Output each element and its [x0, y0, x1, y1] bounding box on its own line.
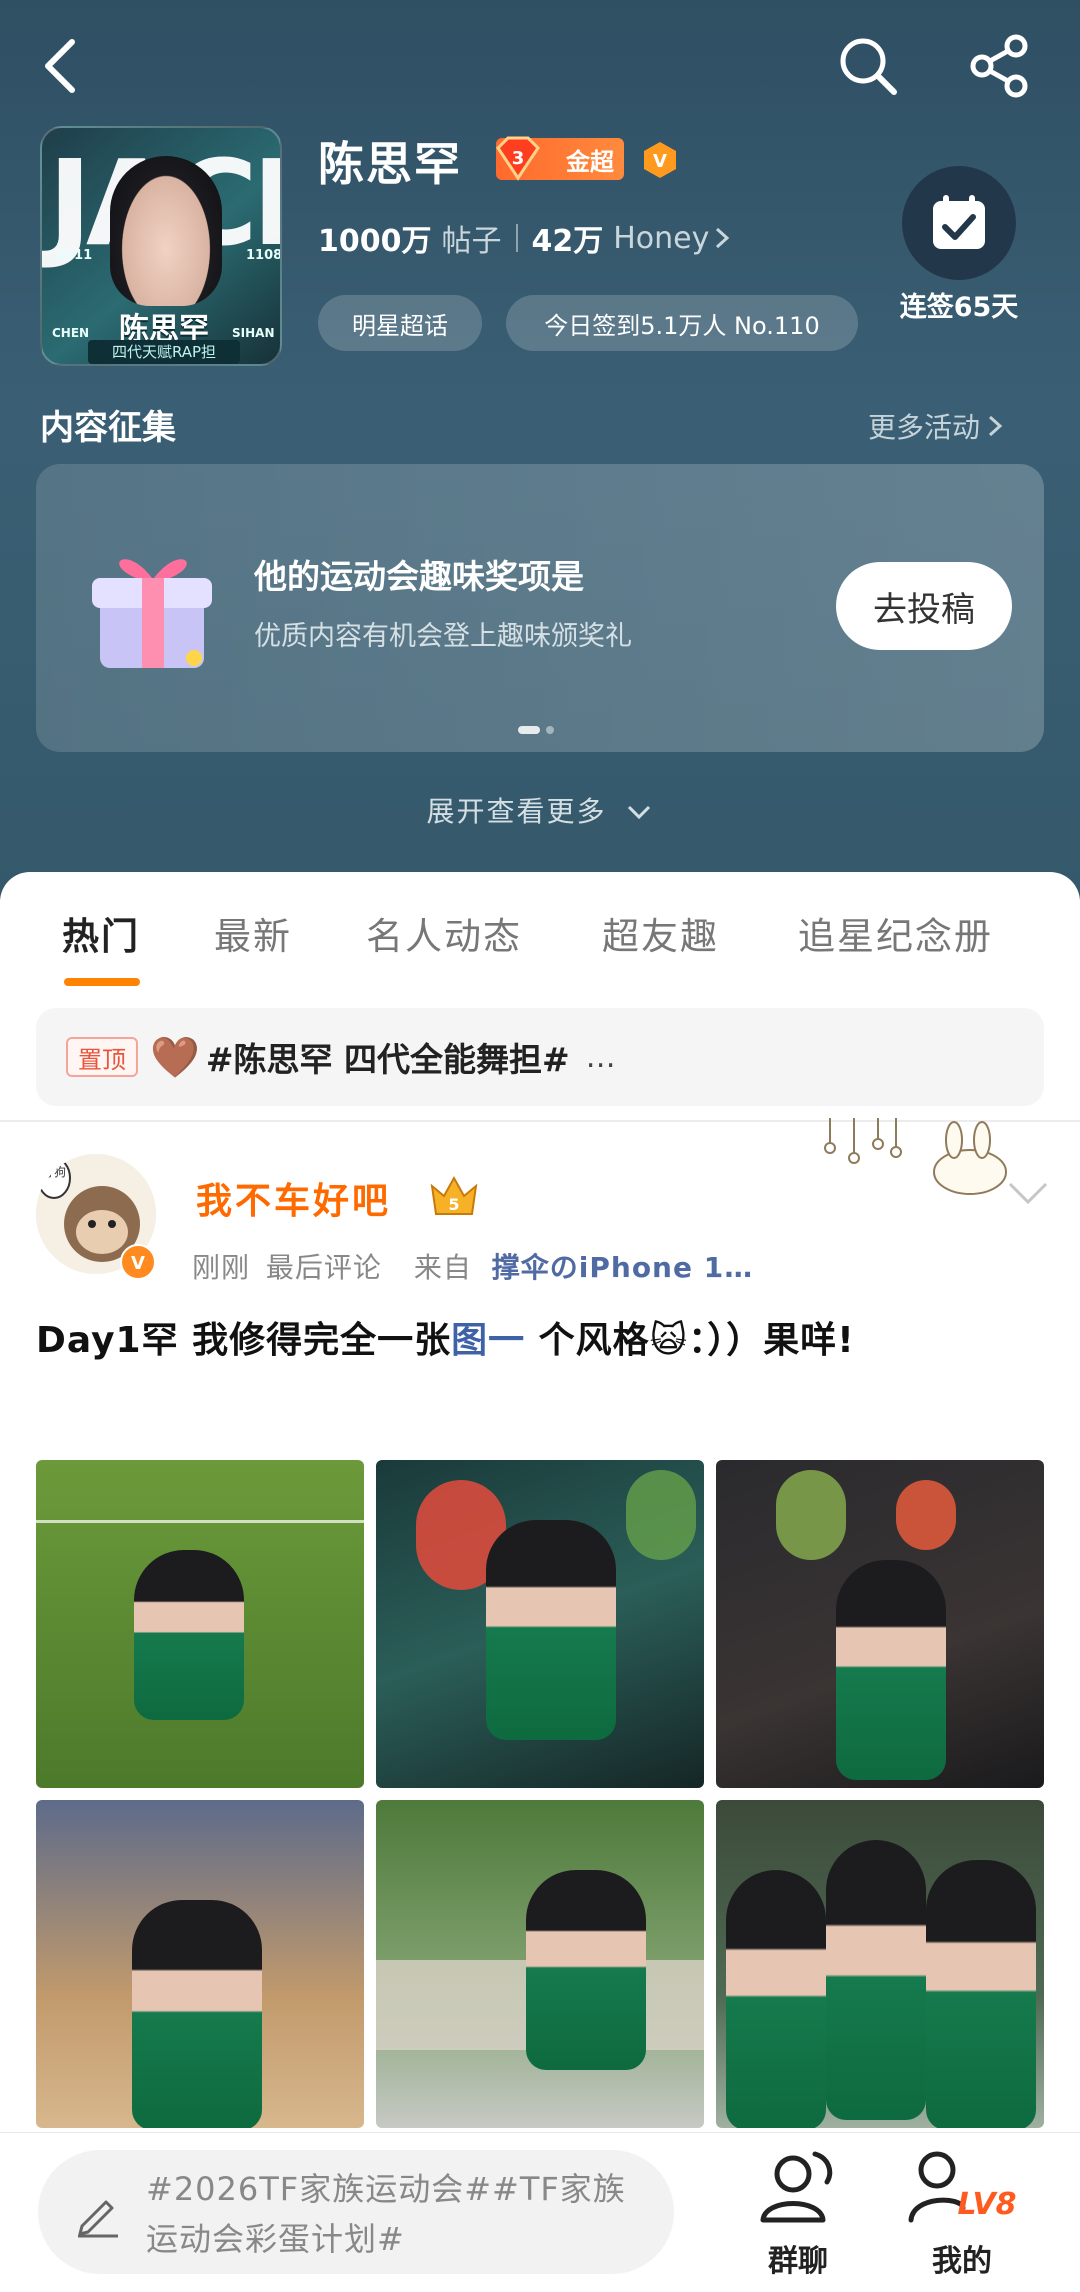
cover-year: 2011	[56, 248, 93, 263]
section-title: 内容征集	[40, 408, 176, 448]
post-time: 刚刚	[192, 1251, 251, 1284]
post-photo[interactable]	[376, 1460, 704, 1788]
mine-label: 我的	[932, 2244, 992, 2279]
cover-tagline: 四代天赋RAP担	[88, 340, 240, 364]
pinned-badge: 置顶	[66, 1037, 138, 1077]
checkin-streak: 连签65天	[899, 292, 1019, 323]
search-button[interactable]	[832, 30, 904, 102]
compose-hashtags: #2026TF家族运动会##TF家族运动会彩蛋计划#	[146, 2170, 626, 2258]
back-arrow-icon	[45, 39, 75, 93]
activity-banner[interactable]: 他的运动会趣味奖项是 优质内容有机会登上趣味颁奖礼 去投稿	[36, 464, 1044, 752]
author-name[interactable]: 我不车好吧	[196, 1172, 391, 1224]
active-tab-indicator	[64, 978, 140, 986]
carousel-dot-active	[518, 726, 540, 734]
post-photo[interactable]	[716, 1800, 1044, 2128]
checkin-count-chip[interactable]: 今日签到5.1万人 No.110	[506, 295, 858, 351]
verified-badge-icon: V	[644, 142, 676, 178]
post-text-end: 个风格🙀：））果咩!	[525, 1320, 855, 1361]
cover-portrait	[110, 156, 222, 306]
post-photo[interactable]	[376, 1800, 704, 2128]
post-text: Day1罕 我修得完全一张图一 个风格🙀：））果咩!	[36, 1308, 1036, 1374]
cover-left-caption: CHEN	[52, 326, 90, 340]
more-activity-label: 更多活动	[868, 411, 981, 444]
pinned-text: #陈思罕 四代全能舞担#	[205, 1040, 570, 1079]
tab-hot[interactable]: 热门	[62, 906, 140, 960]
contribute-button[interactable]: 去投稿	[836, 562, 1012, 650]
post-photo[interactable]	[36, 1460, 364, 1788]
tab-fan-fun[interactable]: 超友趣	[602, 906, 719, 960]
post-text-start: Day1罕 我修得完全一张	[36, 1320, 452, 1361]
post-meta: 刚刚 最后评论 来自 撑伞のiPhone 1…	[192, 1246, 753, 1286]
chevron-right-icon	[989, 415, 1003, 437]
pinned-post[interactable]: 置顶 🤎 #陈思罕 四代全能舞担# …	[36, 1008, 1044, 1106]
posts-count: 1000万	[318, 224, 432, 259]
banner-subtitle: 优质内容有机会登上趣味颁奖礼	[254, 621, 632, 652]
tab-latest[interactable]: 最新	[214, 906, 292, 960]
pinned-ellipsis: …	[585, 1039, 616, 1075]
heart-icon: 🤎	[150, 1034, 200, 1081]
feed-tabs: 热门 最新 名人动态 超友趣 追星纪念册	[0, 906, 1080, 986]
group-chat-button[interactable]: 群聊	[738, 2148, 858, 2280]
verified-badge-icon: V	[120, 1244, 156, 1280]
expand-more-label: 展开查看更多	[426, 795, 607, 828]
gold-badge-label: 金超	[566, 147, 614, 176]
banner-title: 他的运动会趣味奖项是	[254, 557, 584, 596]
diamond-level-number: 3	[512, 148, 525, 169]
topic-cover-image[interactable]: JACK 2011 1108 CHEN SIHAN 陈思罕 四代天赋RAP担	[40, 126, 282, 366]
share-button[interactable]	[964, 30, 1036, 102]
cover-number: 1108	[246, 248, 282, 263]
chevron-down-icon[interactable]	[1006, 1178, 1050, 1208]
decorative-bunny-icon	[824, 1118, 1007, 1195]
mine-level: LV8	[957, 2187, 1016, 2222]
svg-text:V: V	[653, 151, 667, 172]
post-photo[interactable]	[36, 1800, 364, 2128]
post-source[interactable]: 撑伞のiPhone 1…	[492, 1251, 753, 1284]
mine-button[interactable]: LV8 我的	[902, 2148, 1022, 2280]
carousel-dots	[518, 726, 554, 734]
fans-link[interactable]: Honey	[613, 221, 709, 256]
tab-memorial[interactable]: 追星纪念册	[798, 906, 993, 960]
chevron-right-icon	[716, 227, 730, 249]
back-button[interactable]	[24, 30, 96, 102]
topic-stats: 1000万 帖子 42万 Honey	[318, 216, 731, 260]
posts-label: 帖子	[441, 224, 502, 259]
star-topic-chip[interactable]: 明星超话	[318, 295, 482, 351]
chevron-down-icon	[628, 805, 651, 820]
group-chat-label: 群聊	[768, 2244, 828, 2279]
tab-celebrity[interactable]: 名人动态	[366, 906, 522, 960]
svg-text:V: V	[131, 1253, 145, 1274]
profile-level-icon: LV8	[908, 2151, 1017, 2223]
gold-super-badge[interactable]: 3 金超	[496, 136, 624, 181]
post-last-comment: 最后评论	[265, 1251, 382, 1284]
gift-icon	[92, 559, 212, 668]
crown-level-number: 5	[448, 1195, 459, 1214]
diamond-level-icon: 3	[496, 136, 540, 181]
group-chat-icon	[760, 2151, 833, 2223]
post-photo[interactable]	[716, 1460, 1044, 1788]
fans-count: 42万	[531, 224, 604, 259]
expand-more-link[interactable]: 展开查看更多	[0, 790, 1080, 830]
share-icon	[970, 34, 1028, 98]
checkin-button[interactable]	[902, 166, 1016, 280]
post-from: 来自	[413, 1251, 472, 1284]
search-icon	[840, 38, 897, 95]
calendar-check-icon	[933, 195, 985, 249]
post-text-link[interactable]: 图一	[451, 1320, 525, 1361]
carousel-dot	[546, 726, 554, 734]
stats-divider	[515, 224, 518, 252]
pencil-icon	[78, 2200, 118, 2238]
cover-right-caption: SIHAN	[232, 326, 275, 340]
topic-name: 陈思罕	[318, 137, 462, 191]
crown-level-icon: 5	[430, 1175, 478, 1215]
more-activity-link[interactable]: 更多活动	[868, 406, 1004, 446]
